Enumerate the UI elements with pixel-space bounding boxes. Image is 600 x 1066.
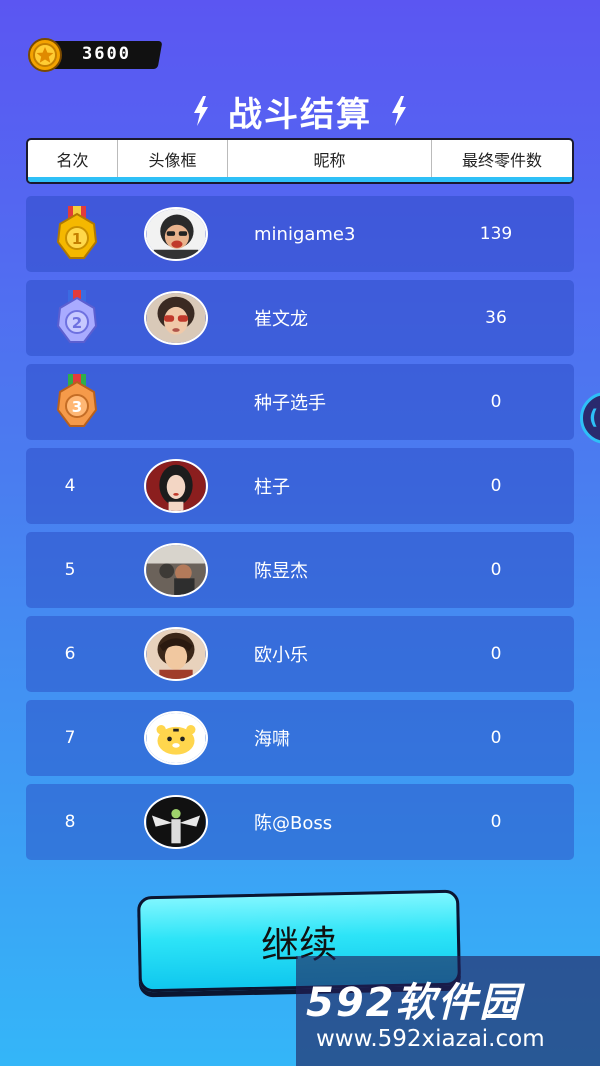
cartoon-face-avatar (144, 207, 208, 261)
title-row: 战斗结算 (0, 86, 600, 136)
rank-number: 4 (64, 476, 76, 496)
lightning-icon (392, 96, 406, 126)
table-row: 7 海啸 0 (26, 700, 574, 776)
player-nickname: 欧小乐 (254, 645, 308, 666)
coin-value: 3600 (82, 44, 131, 64)
header-rank: 名次 (28, 140, 118, 182)
table-row: 3 种子选手 0 (26, 364, 574, 440)
side-panel-handle[interactable]: ( (580, 392, 600, 444)
results-list: 1 minigame3 139 2 崔文龙 36 3 种子选手 0 4 柱子 0… (26, 196, 574, 868)
rank-number: 6 (64, 644, 76, 664)
handle-glyph-icon: ( (589, 405, 599, 429)
tiger-avatar (144, 711, 208, 765)
bronze-medal-icon: 3 (56, 374, 98, 427)
table-row: 2 崔文龙 36 (26, 280, 574, 356)
svg-text:3: 3 (72, 398, 82, 416)
player-score: 36 (485, 308, 507, 328)
player-score: 0 (490, 812, 502, 832)
girl-portrait-avatar (144, 459, 208, 513)
table-row: 6 欧小乐 0 (26, 616, 574, 692)
page-title: 战斗结算 (228, 94, 372, 135)
player-nickname: 崔文龙 (254, 309, 308, 330)
sunglasses-avatar (144, 291, 208, 345)
silver-medal-icon: 2 (56, 290, 98, 343)
rank-number: 7 (64, 728, 76, 748)
rank-number: 5 (64, 560, 76, 580)
player-nickname: 陈@Boss (254, 813, 333, 834)
lightning-icon (194, 96, 208, 126)
player-score: 0 (490, 476, 502, 496)
player-nickname: 种子选手 (254, 393, 326, 414)
header-nickname: 昵称 (228, 140, 432, 182)
svg-text:1: 1 (72, 230, 82, 248)
coin-icon (28, 38, 62, 72)
player-nickname: 柱子 (254, 477, 290, 498)
table-row: 4 柱子 0 (26, 448, 574, 524)
watermark-logo: 592软件园 (306, 980, 522, 1026)
player-score: 0 (490, 560, 502, 580)
player-nickname: 海啸 (254, 729, 290, 750)
player-nickname: 陈昱杰 (254, 561, 308, 582)
player-score: 139 (479, 224, 513, 244)
player-score: 0 (490, 392, 502, 412)
group-photo-avatar (144, 543, 208, 597)
svg-text:2: 2 (72, 314, 82, 332)
watermark-url: www.592xiazai.com (316, 1026, 545, 1052)
watermark: 592软件园 www.592xiazai.com (296, 956, 600, 1066)
header-avatar-frame: 头像框 (118, 140, 228, 182)
rank-number: 8 (64, 812, 76, 832)
table-row: 8 陈@Boss 0 (26, 784, 574, 860)
anime-boy-avatar (144, 627, 208, 681)
table-header: 名次 头像框 昵称 最终零件数 (26, 138, 574, 184)
table-row: 1 minigame3 139 (26, 196, 574, 272)
gold-medal-icon: 1 (56, 206, 98, 259)
winged-figure-avatar (144, 795, 208, 849)
player-score: 0 (490, 644, 502, 664)
table-row: 5 陈昱杰 0 (26, 532, 574, 608)
player-nickname: minigame3 (254, 223, 356, 245)
player-score: 0 (490, 728, 502, 748)
coin-counter: 3600 (26, 38, 163, 72)
header-final-parts: 最终零件数 (461, 151, 542, 170)
